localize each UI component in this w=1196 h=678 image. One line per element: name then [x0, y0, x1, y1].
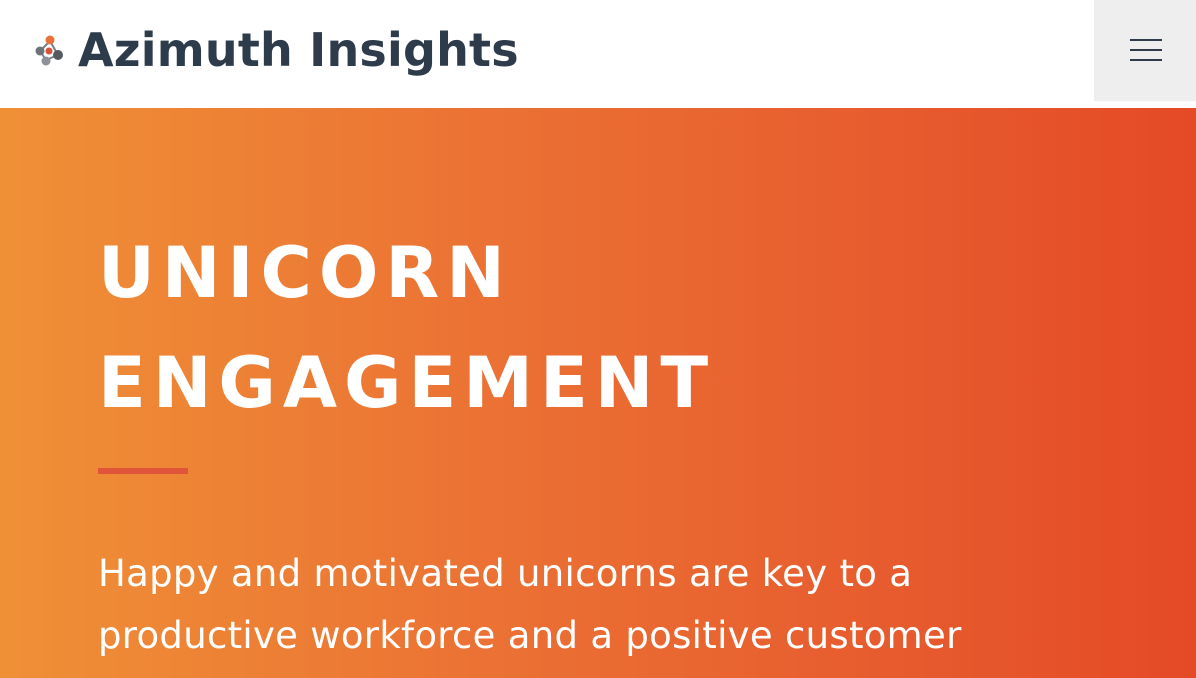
hero-description: Happy and motivated unicorns are key to …: [98, 552, 962, 657]
hero-title: UNICORN ENGAGEMENT: [98, 218, 715, 438]
hero-section: UNICORN ENGAGEMENT Happy and motivated u…: [0, 108, 1196, 678]
hero-divider: [98, 468, 188, 474]
hero-title-line-2: ENGAGEMENT: [98, 342, 716, 424]
menu-button[interactable]: [1094, 0, 1196, 101]
site-header: Azimuth Insights: [0, 0, 1196, 107]
brand-home-link[interactable]: Azimuth Insights: [32, 20, 519, 80]
molecule-dots-icon: [35, 35, 63, 66]
hamburger-menu-icon: [1130, 39, 1162, 61]
hero-title-line-1: UNICORN: [98, 232, 512, 314]
brand-name: Azimuth Insights: [78, 23, 519, 77]
